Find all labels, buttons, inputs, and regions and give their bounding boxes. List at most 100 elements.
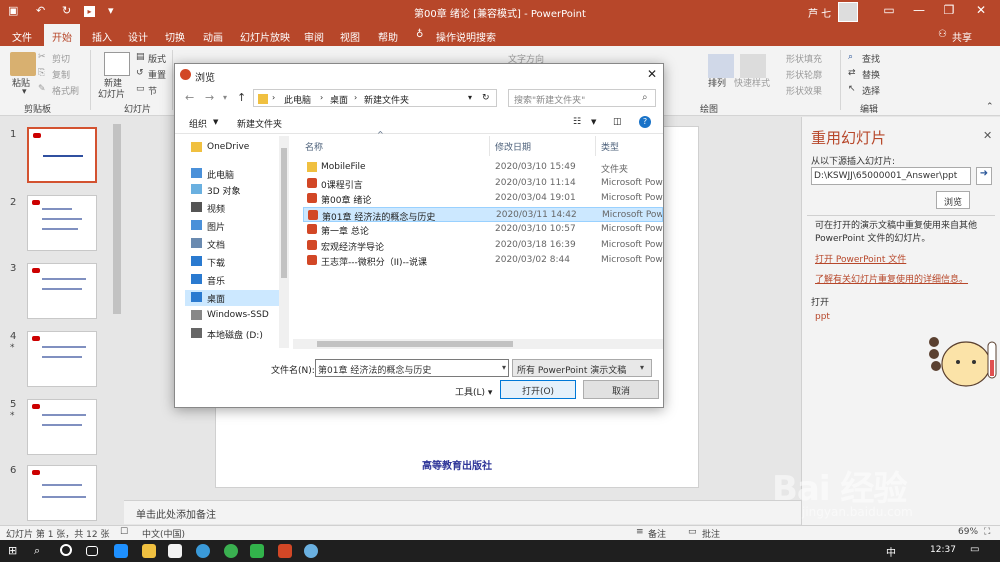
filename-input[interactable]: 第01章 经济法的概念与历史 xyxy=(315,359,509,377)
search-input[interactable]: 搜索"新建文件夹" ⌕ xyxy=(508,89,656,107)
help-icon[interactable]: ? xyxy=(639,116,651,128)
arrange-button[interactable]: 排列 xyxy=(708,76,726,89)
format-painter-icon[interactable]: ✎ xyxy=(38,84,46,94)
replace-icon[interactable]: ⇄ xyxy=(848,68,856,78)
quick-styles-icon[interactable] xyxy=(740,54,766,78)
new-slide-label[interactable]: 幻灯片 xyxy=(98,87,125,100)
notes-pane[interactable]: 单击此处添加备注 xyxy=(124,500,801,524)
nav-item[interactable]: 下载 xyxy=(185,254,285,270)
paste-dropdown-icon[interactable]: ▾ xyxy=(22,87,27,97)
file-row[interactable]: 0课程引言 2020/03/10 11:14 Microsoft PowerPoin… xyxy=(303,176,663,191)
forward-icon[interactable]: → xyxy=(205,91,214,104)
reset-icon[interactable]: ↺ xyxy=(136,68,144,78)
start-icon[interactable]: ⊞ xyxy=(8,544,22,558)
zoom-level[interactable]: 69% xyxy=(958,527,978,537)
reset-button[interactable]: 重置 xyxy=(148,68,166,81)
ime-indicator[interactable]: 中 xyxy=(886,544,900,559)
shape-fill-button[interactable]: 形状填充 xyxy=(786,52,822,65)
preview-pane-icon[interactable]: ◫ xyxy=(613,117,622,127)
nav-item[interactable]: 桌面 xyxy=(185,290,285,306)
slide-thumbnail[interactable] xyxy=(27,331,97,387)
tab-help[interactable]: 帮助 xyxy=(378,29,398,44)
recent-dropdown-icon[interactable]: ▾ xyxy=(223,93,227,102)
spellcheck-icon[interactable]: ☐ xyxy=(120,527,128,537)
cut-icon[interactable]: ✂ xyxy=(38,52,46,62)
copy-icon[interactable]: ⎘ xyxy=(38,68,45,78)
nav-item[interactable]: 文档 xyxy=(185,236,285,252)
file-row[interactable]: 第一章 总论 2020/03/10 10:57 Microsoft PowerPoi… xyxy=(303,222,663,237)
chevron-right-icon[interactable]: › xyxy=(354,93,357,102)
breadcrumb-this-pc[interactable]: 此电脑 xyxy=(284,93,311,106)
format-painter-button[interactable]: 格式刷 xyxy=(52,84,79,97)
nav-item[interactable]: 本地磁盘 (D:) xyxy=(185,326,285,342)
cancel-button[interactable]: 取消 xyxy=(583,380,659,399)
view-options-icon[interactable]: ☷ xyxy=(573,117,581,127)
file-row[interactable]: 宏观经济学导论 2020/03/18 16:39 Microsoft PowerPo… xyxy=(303,238,663,253)
filetype-dropdown-icon[interactable]: ▾ xyxy=(640,363,644,372)
paste-icon[interactable] xyxy=(10,52,36,76)
user-name[interactable]: 芦 七 xyxy=(808,5,831,20)
notes-button[interactable]: 备注 xyxy=(648,527,666,540)
arrange-icon[interactable] xyxy=(708,54,734,78)
nav-item[interactable]: 3D 对象 xyxy=(185,182,285,198)
clock-time[interactable]: 12:37 xyxy=(930,545,956,555)
tab-slideshow[interactable]: 幻灯片放映 xyxy=(240,29,290,44)
file-row[interactable]: 第00章 绪论 2020/03/04 19:01 Microsoft PowerPo… xyxy=(303,191,663,206)
close-icon[interactable]: ✕ xyxy=(983,129,992,142)
player-icon[interactable] xyxy=(250,544,264,558)
learn-more-link[interactable]: 了解有关幻灯片重复使用的详细信息。 xyxy=(815,272,968,285)
browser-icon[interactable] xyxy=(304,544,318,558)
view-dropdown-icon[interactable]: ▼ xyxy=(591,118,596,126)
slide-thumbnail[interactable] xyxy=(27,465,97,521)
tell-me-search[interactable]: 操作说明搜索 xyxy=(436,29,496,44)
chat-app-icon[interactable] xyxy=(224,544,238,558)
share-button[interactable]: 共享 xyxy=(952,29,972,44)
back-icon[interactable]: ← xyxy=(185,91,194,104)
close-icon[interactable]: ✕ xyxy=(647,67,657,81)
slide-publisher-text[interactable]: 高等教育出版社 xyxy=(216,457,698,472)
file-explorer-icon[interactable] xyxy=(142,544,156,558)
chevron-right-icon[interactable]: › xyxy=(320,93,323,102)
select-icon[interactable]: ↖ xyxy=(848,84,856,94)
new-slide-icon[interactable] xyxy=(104,52,130,76)
new-folder-button[interactable]: 新建文件夹 xyxy=(237,117,282,130)
avatar[interactable] xyxy=(838,2,858,22)
column-separator[interactable] xyxy=(489,136,490,156)
close-icon[interactable]: ✕ xyxy=(968,3,994,17)
collapse-ribbon-icon[interactable]: ⌃ xyxy=(986,102,994,112)
go-arrow-icon[interactable]: ➜ xyxy=(976,167,992,185)
open-ppt-link[interactable]: 打开 PowerPoint 文件 xyxy=(815,252,906,265)
tab-design[interactable]: 设计 xyxy=(128,29,148,44)
tab-transitions[interactable]: 切换 xyxy=(165,29,185,44)
tab-view[interactable]: 视图 xyxy=(340,29,360,44)
refresh-icon[interactable]: ↻ xyxy=(482,93,490,103)
comments-icon[interactable]: ▭ xyxy=(688,527,697,537)
shape-effects-button[interactable]: 形状效果 xyxy=(786,84,822,97)
file-row[interactable]: 第01章 经济法的概念与历史 2020/03/11 14:42 Microsoft … xyxy=(303,206,663,222)
language-indicator[interactable]: 中文(中国) xyxy=(142,527,185,540)
section-button[interactable]: 节 xyxy=(148,84,157,97)
filetype-select[interactable]: 所有 PowerPoint 演示文稿 xyxy=(512,359,652,377)
layout-button[interactable]: 版式 xyxy=(148,52,166,65)
browse-button[interactable]: 浏览 xyxy=(936,191,970,209)
column-date[interactable]: 修改日期 xyxy=(495,140,531,153)
column-name[interactable]: 名称 xyxy=(305,140,323,153)
notification-icon[interactable]: ▭ xyxy=(970,544,984,558)
slide-thumbnail[interactable] xyxy=(27,263,97,319)
file-row[interactable]: 王志萍---微积分（II)--说课 2020/03/02 8:44 Microsof… xyxy=(303,253,663,268)
comments-button[interactable]: 批注 xyxy=(702,527,720,540)
notes-icon[interactable]: ≡ xyxy=(636,527,644,537)
nav-item[interactable]: 图片 xyxy=(185,218,285,234)
cut-button[interactable]: 剪切 xyxy=(52,52,70,65)
slide-thumbnail[interactable] xyxy=(27,399,97,455)
file-row[interactable]: MobileFile 2020/03/10 15:49 文件夹 xyxy=(303,160,663,175)
cortana-icon[interactable] xyxy=(60,544,72,556)
shape-outline-button[interactable]: 形状轮廓 xyxy=(786,68,822,81)
edge-icon[interactable] xyxy=(114,544,128,558)
replace-button[interactable]: 替换 xyxy=(862,68,880,81)
horizontal-scrollbar-thumb[interactable] xyxy=(317,341,513,347)
breadcrumb-new-folder[interactable]: 新建文件夹 xyxy=(364,93,409,106)
clock-app-icon[interactable] xyxy=(196,544,210,558)
up-icon[interactable]: ↑ xyxy=(237,91,246,104)
tab-insert[interactable]: 插入 xyxy=(92,29,112,44)
